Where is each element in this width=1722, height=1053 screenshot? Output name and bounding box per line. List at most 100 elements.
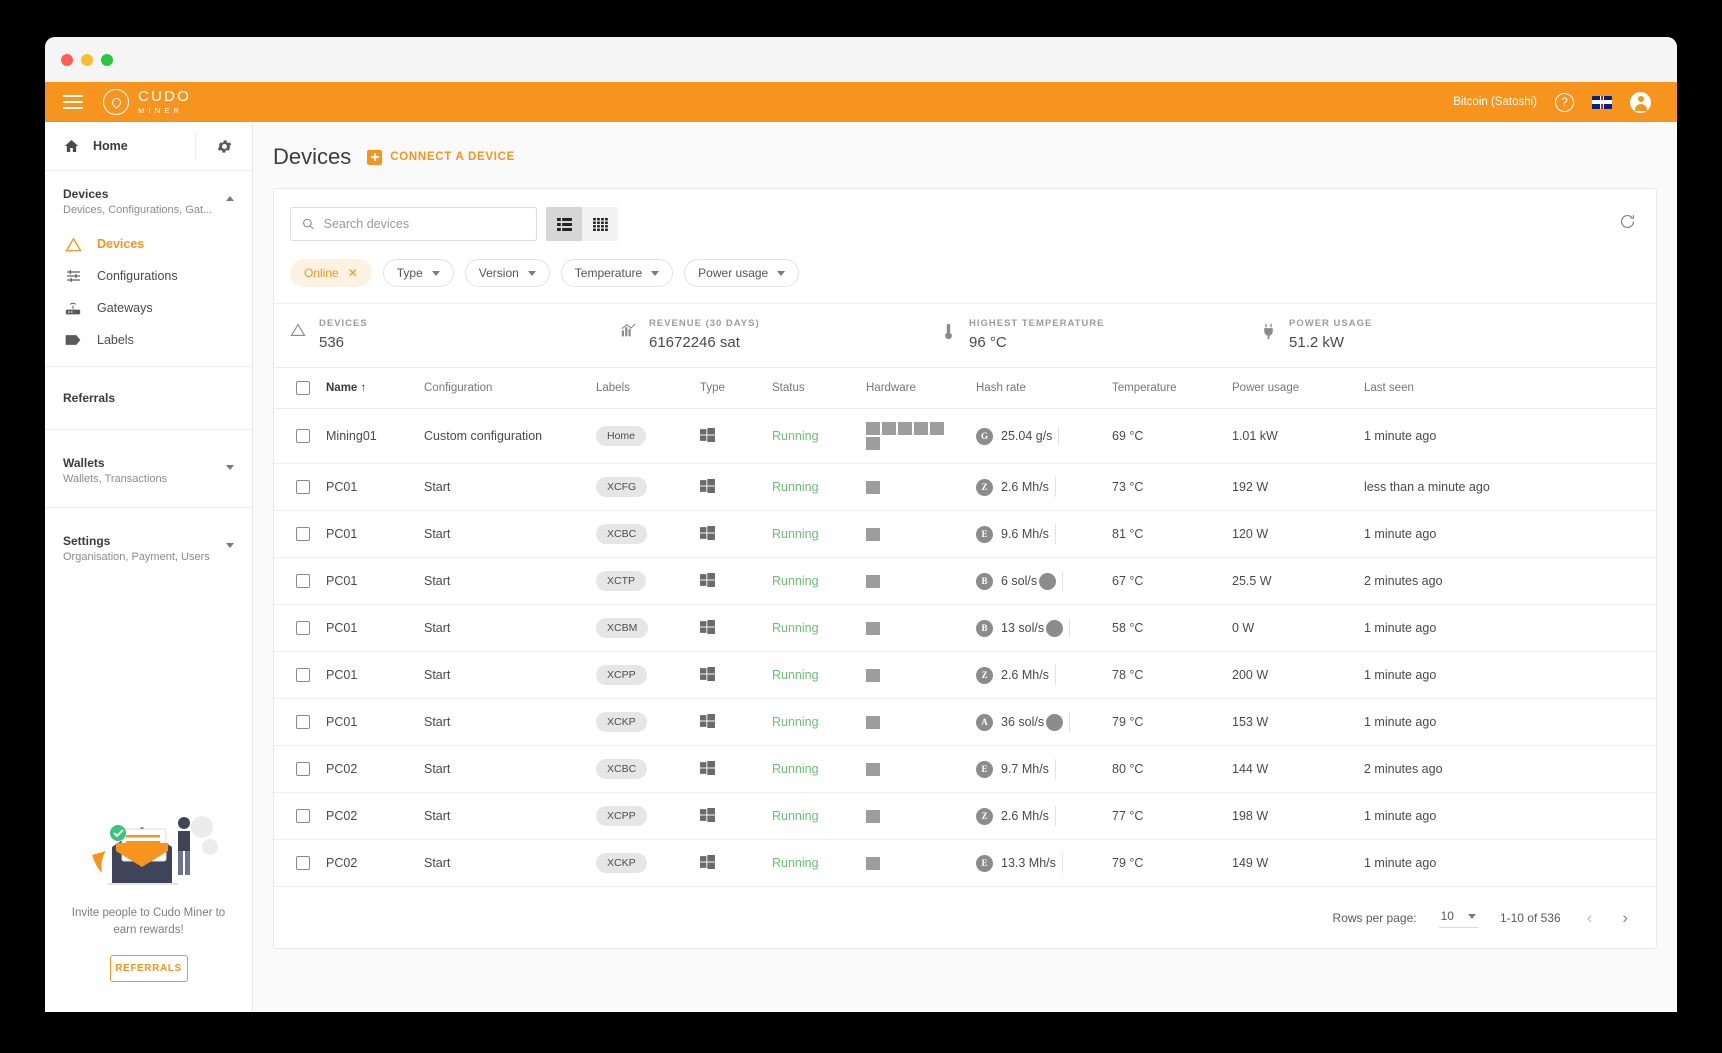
previous-page-button[interactable]: ‹ — [1583, 908, 1597, 928]
column-header-last-seen[interactable]: Last seen — [1364, 368, 1656, 409]
table-row[interactable]: PC01StartXCKPRunningA36 sol/s79 °C153 W1… — [274, 699, 1656, 746]
refresh-icon[interactable] — [1615, 209, 1640, 239]
row-checkbox[interactable] — [296, 429, 310, 443]
hash-rate-value: 9.6 Mh/s — [1001, 527, 1049, 541]
cell-temperature: 79 °C — [1112, 699, 1232, 746]
stat-revenue: REVENUE (30 DAYS) 61672246 sat — [604, 318, 924, 351]
cell-last-seen: 2 minutes ago — [1364, 746, 1656, 793]
rows-per-page-select[interactable]: 10 — [1439, 907, 1478, 928]
cell-power-usage: 0 W — [1232, 605, 1364, 652]
status-badge: Running — [772, 809, 819, 823]
row-checkbox[interactable] — [296, 480, 310, 494]
column-header-labels[interactable]: Labels — [596, 368, 700, 409]
sidebar-divider-1 — [45, 366, 252, 367]
select-all-checkbox[interactable] — [296, 381, 310, 395]
cell-configuration: Start — [424, 464, 596, 511]
currency-selector[interactable]: Bitcoin (Satoshi) — [1453, 96, 1537, 108]
column-header-power-usage[interactable]: Power usage — [1232, 368, 1364, 409]
label-tag[interactable]: Home — [596, 426, 646, 446]
label-tag[interactable]: XCPP — [596, 806, 647, 826]
search-devices-box[interactable] — [290, 207, 537, 241]
search-input[interactable] — [324, 217, 525, 231]
sidebar-settings-button[interactable] — [195, 132, 252, 160]
close-window-button[interactable] — [61, 54, 73, 66]
filter-chip-power-usage[interactable]: Power usage — [684, 259, 799, 287]
column-header-type[interactable]: Type — [700, 368, 772, 409]
next-page-button[interactable]: › — [1618, 908, 1632, 928]
column-header-name[interactable]: Name ↑ — [326, 368, 424, 409]
sidebar-item-configurations[interactable]: Configurations — [45, 260, 252, 292]
table-row[interactable]: PC01StartXCPPRunningZ2.6 Mh/s78 °C200 W1… — [274, 652, 1656, 699]
help-icon[interactable]: ? — [1555, 93, 1574, 112]
cell-configuration: Start — [424, 746, 596, 793]
filter-chip-version[interactable]: Version — [465, 259, 550, 287]
label-tag[interactable]: XCBC — [596, 524, 647, 544]
sidebar-item-home[interactable]: Home — [45, 138, 195, 154]
row-select-cell — [274, 605, 326, 652]
label-tag[interactable]: XCBM — [596, 618, 648, 638]
account-avatar-icon[interactable] — [1630, 92, 1651, 113]
label-tag[interactable]: XCFG — [596, 477, 647, 497]
close-icon[interactable]: ✕ — [348, 266, 358, 280]
table-row[interactable]: Mining01Custom configurationHomeRunningG… — [274, 409, 1656, 464]
row-checkbox[interactable] — [296, 856, 310, 870]
filter-chip-type[interactable]: Type — [383, 259, 454, 287]
table-row[interactable]: PC01StartXCBMRunningB13 sol/s58 °C0 W1 m… — [274, 605, 1656, 652]
row-checkbox[interactable] — [296, 621, 310, 635]
cell-labels: Home — [596, 409, 700, 464]
windows-icon — [700, 714, 715, 728]
table-row[interactable]: PC02StartXCPPRunningZ2.6 Mh/s77 °C198 W1… — [274, 793, 1656, 840]
table-row[interactable]: PC01StartXCTPRunningB6 sol/s67 °C25.5 W2… — [274, 558, 1656, 605]
coin-icon: E — [976, 526, 993, 543]
column-header-configuration[interactable]: Configuration — [424, 368, 596, 409]
sidebar-item-devices[interactable]: Devices — [45, 228, 252, 260]
filter-chip-online[interactable]: Online ✕ — [290, 259, 372, 287]
table-row[interactable]: PC02StartXCBCRunningE9.7 Mh/s80 °C144 W2… — [274, 746, 1656, 793]
sidebar-item-labels[interactable]: Labels — [45, 324, 252, 356]
label-tag[interactable]: XCBC — [596, 759, 647, 779]
label-tag[interactable]: XCPP — [596, 665, 647, 685]
cell-hash-rate: E13.3 Mh/s — [976, 840, 1112, 887]
cell-name: PC01 — [326, 652, 424, 699]
table-row[interactable]: PC02StartXCKPRunningE13.3 Mh/s79 °C149 W… — [274, 840, 1656, 887]
gear-icon — [216, 138, 233, 155]
label-tag[interactable]: XCTP — [596, 571, 646, 591]
column-header-temperature[interactable]: Temperature — [1112, 368, 1232, 409]
column-header-hardware[interactable]: Hardware — [866, 368, 976, 409]
table-row[interactable]: PC01StartXCBCRunningE9.6 Mh/s81 °C120 W1… — [274, 511, 1656, 558]
uk-flag-icon[interactable] — [1592, 96, 1612, 109]
grid-view-icon[interactable] — [582, 207, 618, 241]
row-checkbox[interactable] — [296, 668, 310, 682]
sidebar-item-gateways[interactable]: Gateways — [45, 292, 252, 324]
sidebar-item-referrals[interactable]: Referrals — [45, 377, 252, 419]
cell-name: PC01 — [326, 699, 424, 746]
row-checkbox[interactable] — [296, 527, 310, 541]
sidebar-section-wallets[interactable]: Wallets Wallets, Transactions — [45, 440, 252, 497]
column-header-hash-rate[interactable]: Hash rate — [976, 368, 1112, 409]
tag-icon — [63, 333, 83, 347]
list-view-icon[interactable] — [546, 207, 582, 241]
referrals-button[interactable]: REFERRALS — [110, 955, 188, 982]
table-row[interactable]: PC01StartXCFGRunningZ2.6 Mh/s73 °C192 Wl… — [274, 464, 1656, 511]
row-checkbox[interactable] — [296, 809, 310, 823]
connect-a-device-button[interactable]: CONNECT A DEVICE — [367, 150, 515, 165]
row-select-cell — [274, 558, 326, 605]
column-header-status[interactable]: Status — [772, 368, 866, 409]
hamburger-menu-icon[interactable] — [63, 95, 83, 109]
minimize-window-button[interactable] — [81, 54, 93, 66]
sidebar-section-settings[interactable]: Settings Organisation, Payment, Users — [45, 518, 252, 575]
sidebar-section-devices[interactable]: Devices Devices, Configurations, Gat... — [45, 171, 252, 228]
cell-hardware — [866, 409, 976, 464]
cell-last-seen: 1 minute ago — [1364, 840, 1656, 887]
row-checkbox[interactable] — [296, 715, 310, 729]
row-checkbox[interactable] — [296, 762, 310, 776]
hardware-blocks — [866, 622, 948, 635]
table-body: Mining01Custom configurationHomeRunningG… — [274, 409, 1656, 887]
filter-chip-temperature[interactable]: Temperature — [561, 259, 673, 287]
sidebar-divider-2 — [45, 429, 252, 430]
label-tag[interactable]: XCKP — [596, 853, 647, 873]
maximize-window-button[interactable] — [101, 54, 113, 66]
table-header-row: Name ↑ Configuration Labels Type Status … — [274, 368, 1656, 409]
label-tag[interactable]: XCKP — [596, 712, 647, 732]
row-checkbox[interactable] — [296, 574, 310, 588]
